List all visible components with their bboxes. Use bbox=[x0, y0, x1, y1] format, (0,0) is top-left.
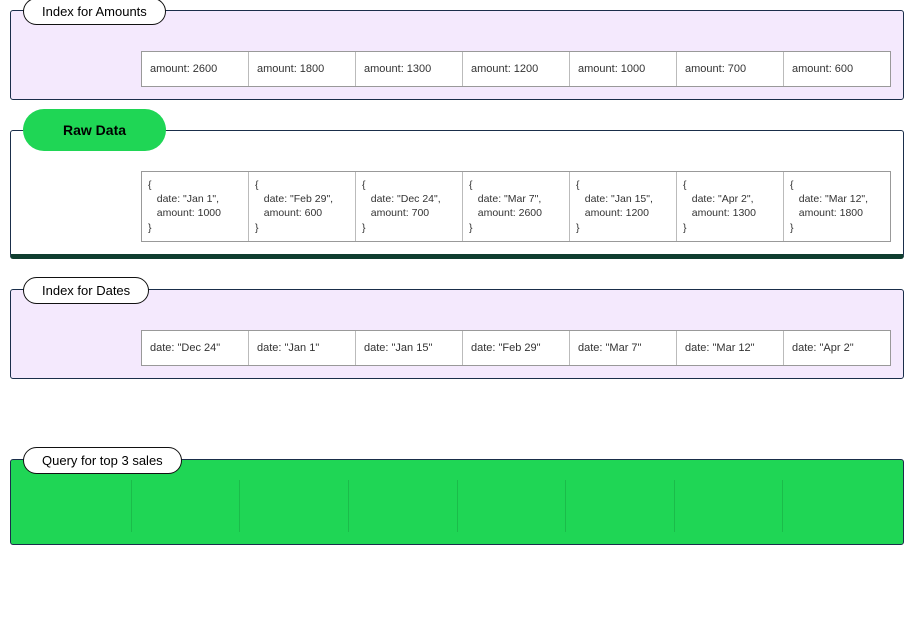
raw-data-row: { date: "Jan 1", amount: 1000 } { date: … bbox=[141, 171, 891, 242]
raw-cell: { date: "Apr 2", amount: 1300 } bbox=[677, 172, 784, 241]
raw-cell: { date: "Feb 29", amount: 600 } bbox=[249, 172, 356, 241]
index-dates-body: date: "Dec 24" date: "Jan 1" date: "Jan … bbox=[11, 290, 903, 378]
amount-cell: amount: 700 bbox=[677, 52, 784, 86]
query-cell bbox=[132, 480, 241, 532]
date-cell: date: "Mar 7" bbox=[570, 331, 677, 365]
raw-cell: { date: "Jan 1", amount: 1000 } bbox=[142, 172, 249, 241]
query-cell bbox=[458, 480, 567, 532]
query-cell bbox=[566, 480, 675, 532]
query-cell bbox=[240, 480, 349, 532]
query-cell bbox=[783, 480, 891, 532]
raw-cell: { date: "Mar 12", amount: 1800 } bbox=[784, 172, 890, 241]
raw-data-label: Raw Data bbox=[23, 109, 166, 151]
amount-cell: amount: 1000 bbox=[570, 52, 677, 86]
raw-data-panel: Raw Data { date: "Jan 1", amount: 1000 }… bbox=[10, 130, 904, 259]
index-dates-row: date: "Dec 24" date: "Jan 1" date: "Jan … bbox=[141, 330, 891, 366]
raw-cell: { date: "Dec 24", amount: 700 } bbox=[356, 172, 463, 241]
amount-cell: amount: 1300 bbox=[356, 52, 463, 86]
query-cell bbox=[675, 480, 784, 532]
index-amounts-row: amount: 2600 amount: 1800 amount: 1300 a… bbox=[141, 51, 891, 87]
date-cell: date: "Jan 1" bbox=[249, 331, 356, 365]
date-cell: date: "Jan 15" bbox=[356, 331, 463, 365]
query-cell bbox=[349, 480, 458, 532]
amount-cell: amount: 600 bbox=[784, 52, 890, 86]
index-dates-label: Index for Dates bbox=[23, 277, 149, 304]
amount-cell: amount: 2600 bbox=[142, 52, 249, 86]
raw-cell: { date: "Jan 15", amount: 1200 } bbox=[570, 172, 677, 241]
query-panel: Query for top 3 sales bbox=[10, 459, 904, 545]
date-cell: date: "Mar 12" bbox=[677, 331, 784, 365]
query-cell bbox=[23, 480, 132, 532]
index-dates-panel: Index for Dates date: "Dec 24" date: "Ja… bbox=[10, 289, 904, 379]
amount-cell: amount: 1800 bbox=[249, 52, 356, 86]
date-cell: date: "Dec 24" bbox=[142, 331, 249, 365]
date-cell: date: "Feb 29" bbox=[463, 331, 570, 365]
index-amounts-panel: Index for Amounts amount: 2600 amount: 1… bbox=[10, 10, 904, 100]
amount-cell: amount: 1200 bbox=[463, 52, 570, 86]
query-label: Query for top 3 sales bbox=[23, 447, 182, 474]
date-cell: date: "Apr 2" bbox=[784, 331, 890, 365]
raw-cell: { date: "Mar 7", amount: 2600 } bbox=[463, 172, 570, 241]
index-amounts-label: Index for Amounts bbox=[23, 0, 166, 25]
